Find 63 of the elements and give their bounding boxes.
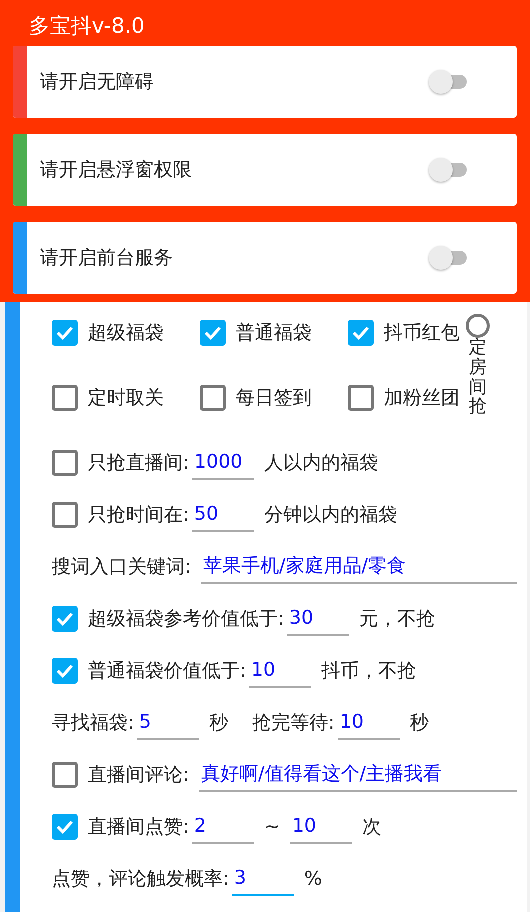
toggle-switch[interactable] [429,160,467,180]
radio-button[interactable] [466,314,490,338]
option-label: 加粉丝团 [384,386,460,411]
permission-label: 请开启悬浮窗权限 [39,158,193,183]
option-label: 超级福袋 [88,321,164,346]
app-title: 多宝抖v-8.0 [29,14,146,38]
toggle-switch[interactable] [429,248,467,268]
checkbox[interactable] [200,320,226,346]
option-label: 普通福袋 [236,321,312,346]
input-field[interactable]: 5 [137,706,200,740]
field-label: 搜词入口关键词: [52,554,192,580]
suffix-text: 分钟以内的福袋 [264,502,398,528]
check-icon [56,664,74,678]
field-label: 直播间评论: [88,762,190,788]
field-label: 寻找福袋: [52,710,134,736]
checkbox[interactable] [52,762,78,788]
field-label: 只抢时间在: [88,502,190,528]
checkbox[interactable] [52,320,78,346]
check-icon [204,326,222,340]
input-field[interactable]: 30 [287,602,350,636]
separator-text: ~ [264,814,280,840]
check-icon [56,612,74,626]
permission-label: 请开启前台服务 [39,246,174,271]
radio-label: 定房间抢 [469,338,487,418]
toggle-switch[interactable] [429,72,467,92]
input-field[interactable]: 1000 [192,446,254,480]
permission-label: 请开启无障碍 [39,70,155,95]
checkbox[interactable] [52,502,78,528]
option-label: 每日签到 [236,386,312,411]
check-icon [56,326,74,340]
checkbox[interactable] [52,658,78,684]
unit-text: 秒 [410,710,429,736]
check-icon [352,326,370,340]
option-label: 定时取关 [88,386,164,411]
input-field[interactable]: 3 [232,862,294,896]
suffix-text: 元，不抢 [359,606,436,632]
checkbox[interactable] [348,320,374,346]
field-label: 点赞，评论触发概率: [52,866,230,892]
field-label: 普通福袋价值低于: [88,658,246,684]
input-field[interactable]: 10 [290,810,352,844]
checkbox[interactable] [348,384,374,411]
input-field[interactable]: 真好啊/值得看这个/主播我看 [199,758,517,792]
suffix-text: 抖币，不抢 [321,658,416,684]
checkbox[interactable] [52,814,78,840]
option-label: 抖币红包 [384,321,460,346]
input-field[interactable]: 10 [338,706,400,740]
checkbox[interactable] [52,606,78,632]
field-label: 直播间点赞: [88,814,190,840]
checkbox[interactable] [52,384,78,411]
input-field[interactable]: 苹果手机/家庭用品/零食 [201,550,517,584]
input-field[interactable]: 2 [192,810,254,844]
field-label: 抢完等待: [252,710,335,736]
input-field[interactable]: 10 [249,654,312,688]
suffix-text: 人以内的福袋 [264,450,378,476]
field-label: 超级福袋参考价值低于: [88,606,284,632]
unit-text: 次 [362,814,382,840]
checkbox[interactable] [52,450,78,476]
field-label: 只抢直播间: [88,450,190,476]
input-field[interactable]: 50 [192,498,254,532]
suffix-text: % [304,866,322,892]
unit-text: 秒 [209,710,228,736]
checkbox[interactable] [200,384,226,411]
check-icon [56,820,74,834]
